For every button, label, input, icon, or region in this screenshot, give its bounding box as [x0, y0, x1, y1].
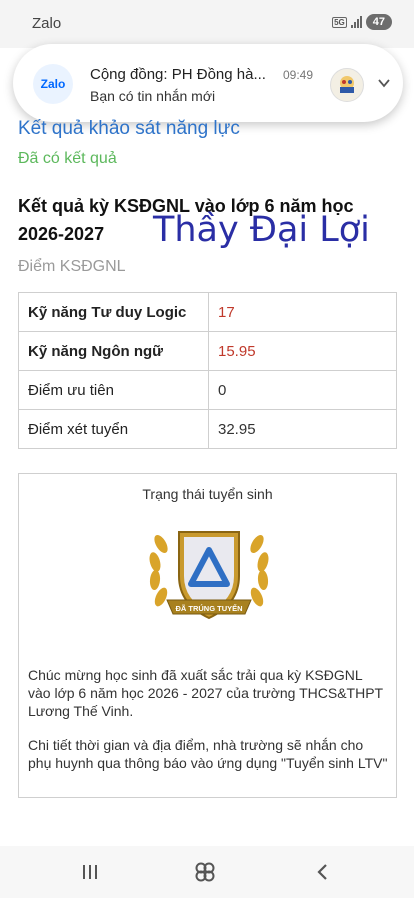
- score-value: 0: [208, 370, 397, 410]
- chevron-down-icon[interactable]: [377, 76, 391, 90]
- zalo-logo-icon: Zalo: [33, 64, 73, 104]
- notification-time: 09:49: [283, 68, 314, 82]
- home-button[interactable]: [193, 860, 217, 884]
- group-avatar-icon: [330, 68, 364, 102]
- navigation-bar: [0, 846, 414, 898]
- status-app-name: Zalo: [32, 15, 62, 32]
- back-icon: [317, 864, 327, 880]
- admission-status-title: Trạng thái tuyển sinh: [142, 486, 273, 502]
- score-label: Điểm xét tuyển: [18, 409, 209, 449]
- network-5g-icon: 5G: [332, 16, 347, 28]
- score-value: 32.95: [208, 409, 397, 449]
- table-row: Kỹ năng Ngôn ngữ 15.95: [18, 331, 397, 371]
- score-table: Kỹ năng Tư duy Logic 17 Kỹ năng Ngôn ngữ…: [18, 292, 397, 449]
- result-status: Đã có kết quả: [18, 150, 117, 167]
- badge-label: ĐÃ TRÚNG TUYỂN: [175, 604, 242, 613]
- scores-label: Điểm KSĐGNL: [18, 258, 126, 275]
- admission-detail-message: Chi tiết thời gian và địa điểm, nhà trườ…: [28, 737, 388, 771]
- score-value: 15.95: [208, 331, 397, 371]
- section-title: Kết quả khảo sát năng lực: [18, 118, 240, 139]
- admission-status-box: Trạng thái tuyển sinh ĐÃ TRÚNG TUYỂN Chú…: [18, 473, 397, 798]
- notification-message: Bạn có tin nhắn mới: [90, 88, 216, 104]
- zalo-logo-text: Zalo: [40, 77, 66, 91]
- notification-card[interactable]: Zalo Cộng đồng: PH Đồng hà... 09:49 Bạn …: [13, 44, 403, 122]
- table-row: Điểm xét tuyển 32.95: [18, 409, 397, 449]
- table-row: Kỹ năng Tư duy Logic 17: [18, 292, 397, 332]
- signal-icon: [350, 16, 362, 28]
- badge-label-layer: ĐÃ TRÚNG TUYỂN: [175, 604, 242, 613]
- recent-apps-button[interactable]: [78, 860, 102, 884]
- watermark-text: Thầy Đại Lợi: [153, 210, 370, 250]
- admission-message: Chúc mừng học sinh đã xuất sắc trải qua …: [28, 667, 383, 719]
- home-icon: [195, 862, 215, 882]
- table-row: Điểm ưu tiên 0: [18, 370, 397, 410]
- score-label: Điểm ưu tiên: [18, 370, 209, 410]
- status-indicators: 5G 47: [332, 14, 392, 30]
- score-label: Kỹ năng Ngôn ngữ: [18, 331, 209, 371]
- score-value: 17: [208, 292, 397, 332]
- battery-icon: 47: [365, 14, 392, 30]
- score-label: Kỹ năng Tư duy Logic: [18, 292, 209, 332]
- recent-apps-icon: [83, 865, 97, 879]
- status-bar: Zalo 5G 47: [0, 0, 414, 48]
- notification-title: Cộng đồng: PH Đồng hà...: [90, 66, 266, 83]
- back-button[interactable]: [310, 860, 334, 884]
